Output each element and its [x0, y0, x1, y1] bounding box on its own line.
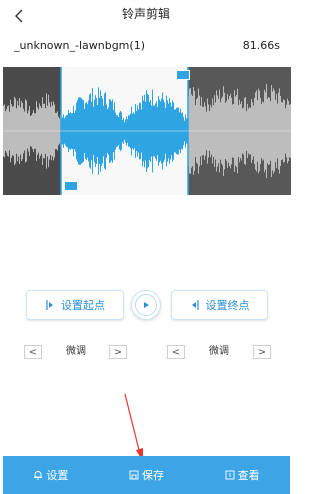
set-end-icon	[191, 300, 199, 310]
set-start-label: 设置起点	[61, 299, 105, 312]
tab-view-label: 查看	[237, 469, 260, 482]
save-icon	[129, 470, 139, 480]
view-icon	[225, 470, 235, 480]
tab-view[interactable]: 查看	[194, 456, 290, 494]
file-name: _unknown_-lawnbgm(1)	[14, 39, 145, 52]
tab-save[interactable]: 保存	[99, 456, 195, 494]
play-icon	[144, 302, 149, 308]
fine-tune-end-label: 微调	[209, 346, 229, 357]
fine-tune-start-label: 微调	[66, 346, 86, 357]
bell-icon	[34, 471, 43, 480]
waveform-editor[interactable]	[3, 67, 291, 195]
end-marker-handle[interactable]	[176, 70, 190, 80]
set-start-button[interactable]: 设置起点	[26, 290, 124, 320]
fine-tune-start-next-button[interactable]: >	[109, 345, 127, 359]
tab-save-label: 保存	[142, 469, 164, 482]
tab-settings-label: 设置	[46, 469, 69, 482]
annotation-arrow	[124, 393, 143, 462]
waveform[interactable]	[3, 67, 291, 195]
fine-tune-end-prev-button[interactable]: <	[167, 345, 185, 359]
file-duration: 81.66s	[242, 39, 280, 52]
set-end-button[interactable]: 设置终点	[171, 290, 268, 320]
fine-tune-end-next-button[interactable]: >	[253, 345, 271, 359]
set-end-label: 设置终点	[205, 299, 250, 312]
bottom-toolbar: 设置 保存 查看	[3, 456, 290, 494]
play-button[interactable]	[131, 290, 161, 320]
tab-settings[interactable]: 设置	[3, 456, 99, 494]
set-start-icon	[46, 300, 53, 310]
page-title: 铃声剪辑	[121, 7, 170, 21]
fine-tune-start-prev-button[interactable]: <	[24, 345, 42, 359]
start-marker-handle[interactable]	[64, 181, 78, 191]
